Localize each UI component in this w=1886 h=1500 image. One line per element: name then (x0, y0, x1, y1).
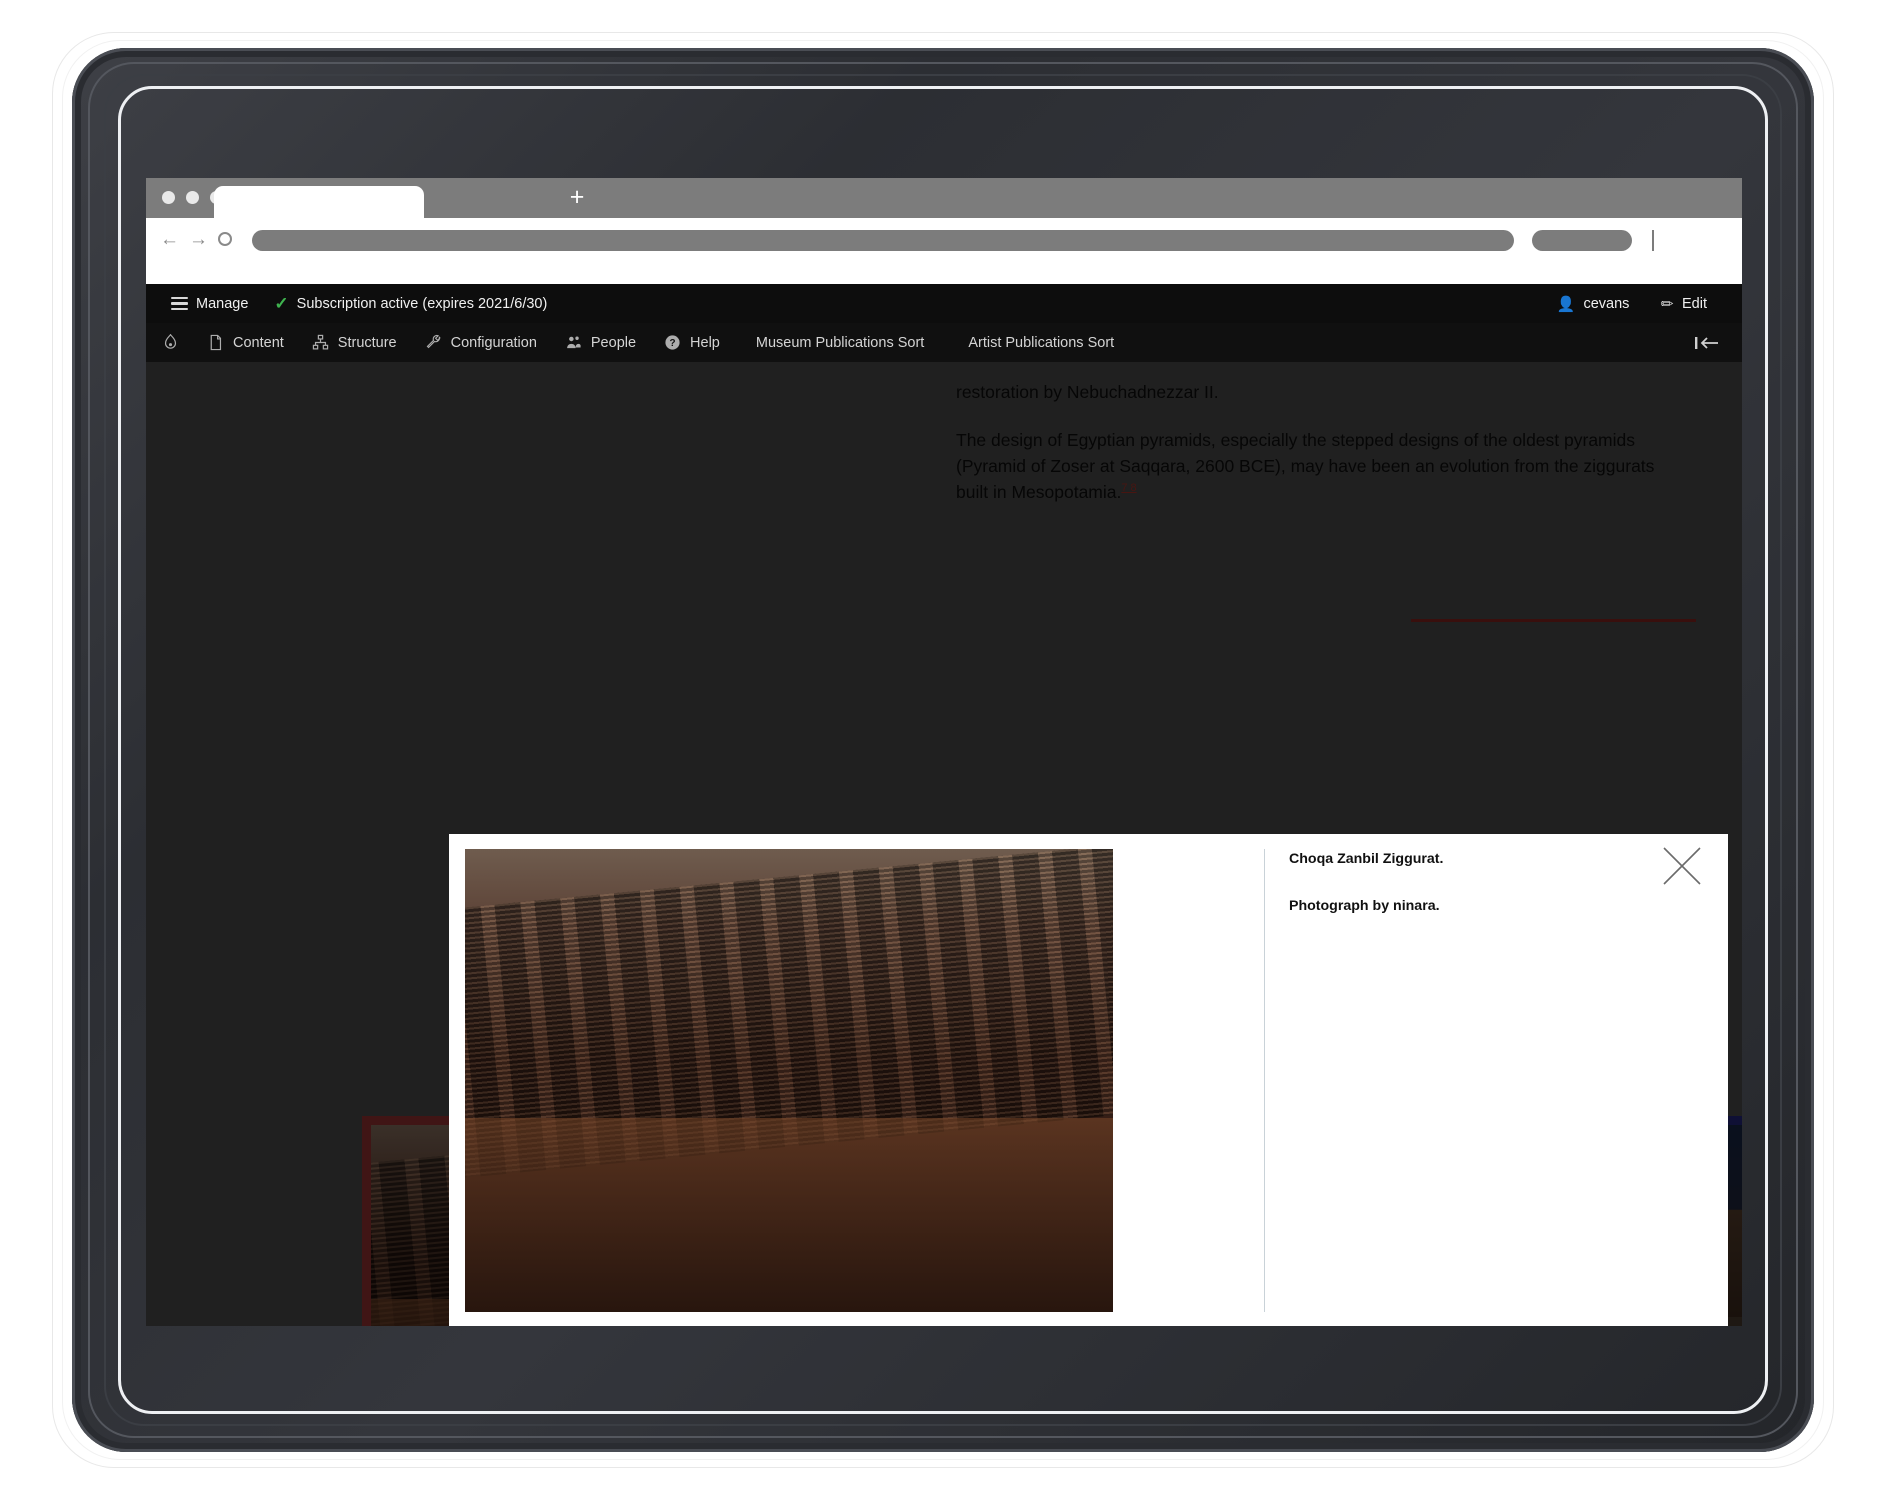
admin-menu-item-help[interactable]: ? Help (650, 334, 734, 351)
drupal-admin-menu: Content Structure Configuration People ?… (146, 323, 1742, 362)
people-icon (567, 336, 581, 349)
browser-menu-button[interactable] (1652, 230, 1654, 251)
manage-menu-button[interactable]: Manage (146, 296, 261, 312)
article-paragraph-1: restoration by Nebuchadnezzar II. (956, 382, 1219, 402)
pencil-icon: ✎ (1657, 293, 1679, 315)
document-icon (210, 334, 222, 351)
edit-toggle-button[interactable]: ✎ Edit (1648, 293, 1720, 315)
wrench-icon (426, 334, 441, 349)
back-arrow-icon[interactable]: ← (160, 230, 179, 249)
article-body: restoration by Nebuchadnezzar II. The de… (956, 380, 1656, 528)
new-tab-button[interactable]: + (566, 185, 588, 210)
admin-menu-item-content[interactable]: Content (193, 334, 298, 351)
admin-menu-item-structure[interactable]: Structure (298, 334, 411, 351)
browser-toolbar: ← → (146, 218, 1742, 262)
manage-label: Manage (196, 295, 249, 312)
image-lightbox-modal: Choqa Zanbil Ziggurat. Photograph by nin… (449, 834, 1728, 1326)
check-icon: ✓ (274, 293, 289, 313)
modal-caption-block: Choqa Zanbil Ziggurat. Photograph by nin… (1289, 849, 1669, 918)
admin-menu-label-content: Content (233, 334, 284, 351)
address-bar-actions[interactable] (1532, 230, 1632, 251)
structure-tree-icon (312, 334, 328, 350)
edit-label: Edit (1682, 295, 1707, 312)
minimize-window-dot[interactable] (186, 191, 199, 204)
browser-tabstrip: + (146, 178, 1742, 218)
person-icon: 👤 (1556, 295, 1576, 313)
admin-menu-label-configuration: Configuration (450, 334, 537, 351)
page-content: restoration by Nebuchadnezzar II. The de… (146, 362, 1742, 1326)
reload-icon[interactable] (218, 232, 232, 246)
section-divider-rule (1411, 619, 1696, 622)
modal-vertical-divider (1264, 849, 1265, 1312)
drupal-home-icon[interactable] (146, 334, 193, 351)
admin-menu-item-artist-publications-sort[interactable]: Artist Publications Sort (946, 335, 1136, 351)
admin-menu-item-configuration[interactable]: Configuration (411, 334, 551, 351)
svg-text:?: ? (670, 338, 676, 349)
drupal-admin-bar: Manage ✓ Subscription active (expires 20… (146, 284, 1742, 323)
help-circle-icon: ? (665, 335, 680, 350)
forward-arrow-icon[interactable]: → (189, 230, 208, 249)
user-account-link[interactable]: 👤 cevans (1544, 295, 1643, 313)
close-x-icon[interactable] (1660, 844, 1704, 888)
article-paragraph-2-text: The design of Egyptian pyramids, especia… (956, 429, 1655, 502)
admin-menu-label-people: People (590, 334, 637, 351)
subscription-status: ✓ Subscription active (expires 2021/6/30… (261, 294, 560, 314)
browser-tab-active[interactable] (214, 186, 424, 218)
address-bar-input[interactable] (252, 230, 1514, 251)
modal-title: Choqa Zanbil Ziggurat. (1289, 851, 1444, 867)
admin-menu-label-help: Help (690, 334, 720, 351)
user-name-label: cevans (1583, 295, 1630, 312)
footnote-refs[interactable]: 7 8 (1121, 482, 1136, 494)
browser-window: + ← → Manage ✓ Subscription active (expi… (146, 178, 1742, 1326)
admin-menu-label-structure: Structure (337, 334, 397, 351)
hamburger-icon (171, 296, 188, 311)
article-paragraph-2: The design of Egyptian pyramids, especia… (956, 428, 1656, 506)
screenshot-root: + ← → Manage ✓ Subscription active (expi… (0, 0, 1886, 1500)
modal-credit: Photograph by ninara. (1289, 898, 1440, 915)
toolbar-collapse-icon[interactable] (1694, 335, 1742, 351)
close-window-dot[interactable] (162, 191, 175, 204)
choqa-zanbil-ziggurat-large-photo (465, 849, 1113, 1312)
browser-chrome-filler (146, 262, 1742, 284)
admin-menu-item-people[interactable]: People (551, 334, 650, 351)
subscription-status-text: Subscription active (expires 2021/6/30) (296, 295, 548, 312)
admin-menu-item-museum-publications-sort[interactable]: Museum Publications Sort (734, 335, 946, 351)
